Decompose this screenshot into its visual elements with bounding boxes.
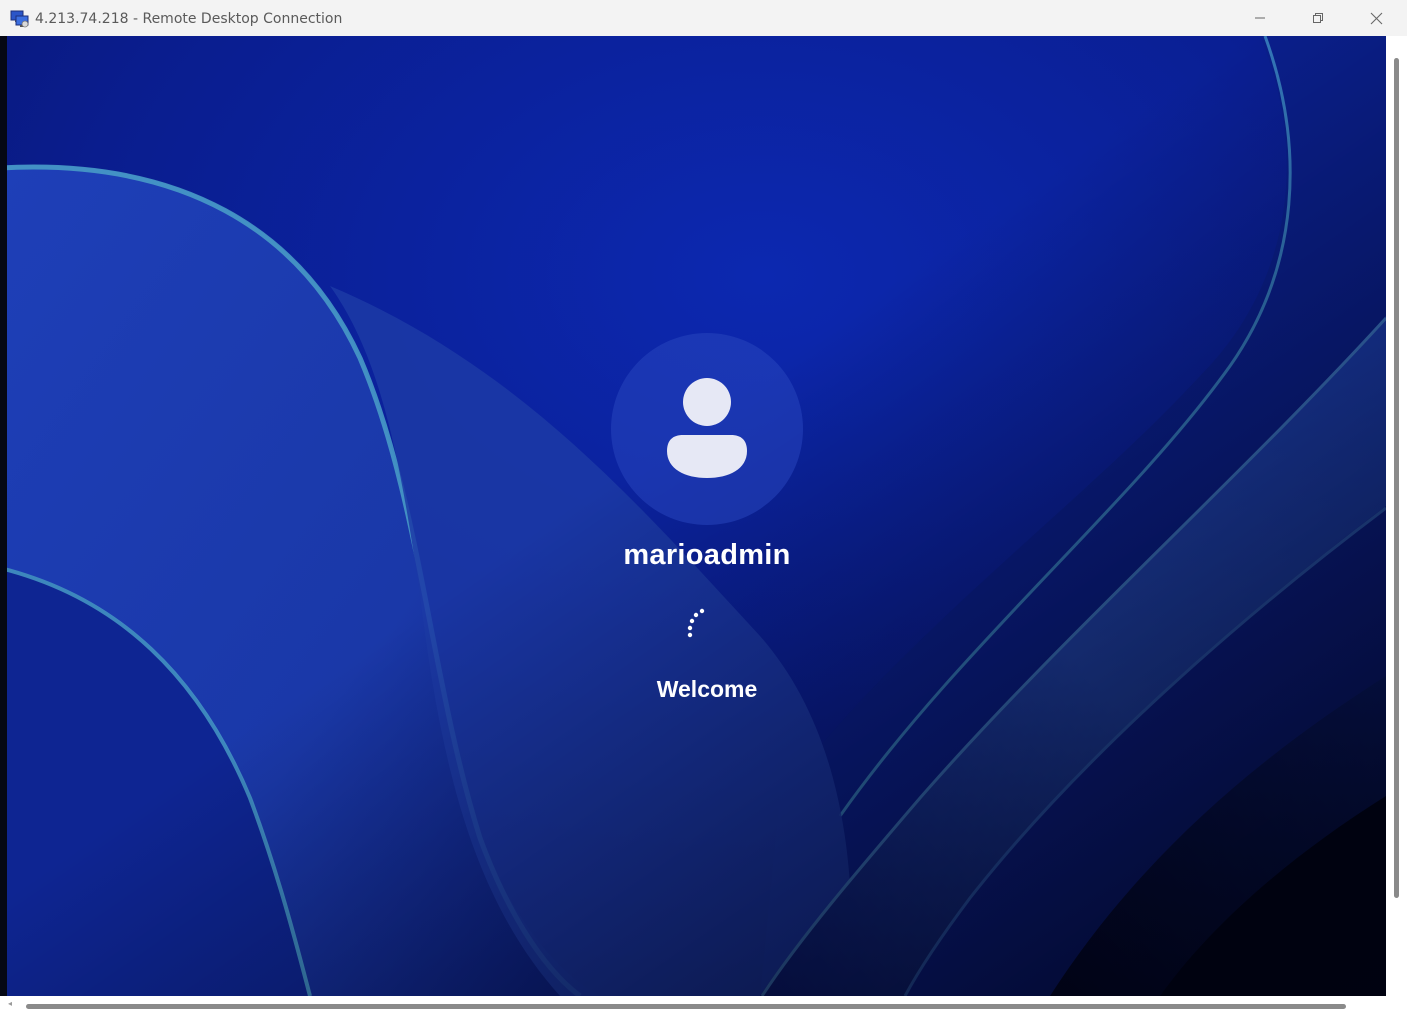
close-button[interactable] — [1353, 0, 1399, 36]
close-icon — [1370, 12, 1382, 24]
horizontal-scrollbar-thumb[interactable] — [26, 1004, 1346, 1009]
status-message: Welcome — [656, 676, 758, 702]
title-bar[interactable]: 4.213.74.218 - Remote Desktop Connection — [0, 0, 1407, 36]
remote-desktop-icon — [10, 10, 29, 28]
scroll-left-icon[interactable]: ◂ — [8, 999, 12, 1009]
remote-session-viewport[interactable]: marioadmin Welcome — [0, 36, 1386, 996]
restore-button[interactable] — [1295, 0, 1341, 36]
viewport-border — [0, 36, 7, 996]
username-label: marioadmin — [623, 539, 791, 571]
restore-icon — [1313, 13, 1323, 23]
vertical-scrollbar-thumb[interactable] — [1394, 58, 1399, 898]
loading-spinner-icon — [687, 608, 705, 638]
user-avatar — [611, 333, 803, 525]
minimize-icon — [1255, 17, 1265, 19]
user-avatar-icon — [667, 378, 747, 478]
vertical-scrollbar[interactable] — [1386, 36, 1407, 996]
scrollbar-corner — [1386, 996, 1407, 1015]
horizontal-scrollbar[interactable]: ◂ — [0, 996, 1386, 1015]
minimize-button[interactable] — [1237, 0, 1283, 36]
window-title: 4.213.74.218 - Remote Desktop Connection — [35, 11, 343, 27]
